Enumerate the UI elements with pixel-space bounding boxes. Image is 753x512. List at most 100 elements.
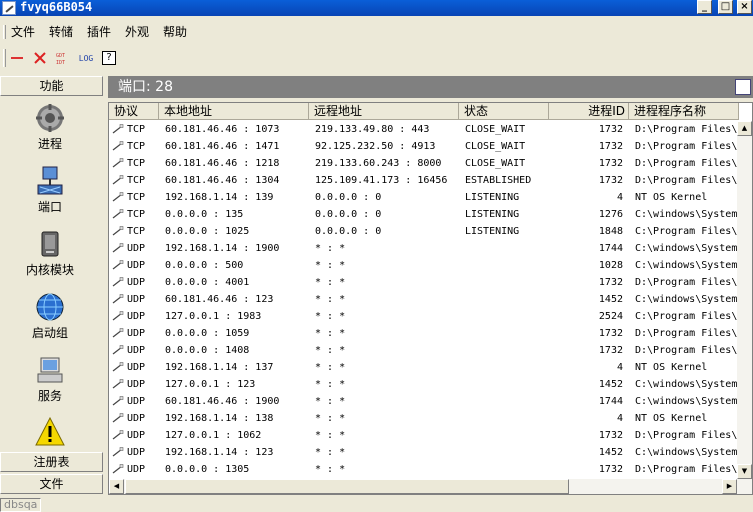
svg-text:GDT: GDT — [56, 53, 65, 59]
cell-protocol: TCP — [127, 158, 146, 169]
table-row[interactable]: TCP 0.0.0.0 : 135 0.0.0.0 : 0 LISTENING 1276… — [109, 206, 739, 223]
cell-pid: 1732 — [598, 464, 623, 475]
table-row[interactable]: UDP 127.0.0.1 : 123 * : * 1452 C:\windows\Sy… — [109, 376, 739, 393]
menu-appearance[interactable]: 外观 — [125, 25, 149, 39]
cell-pid: 1732 — [598, 175, 623, 186]
cell-protocol: TCP — [127, 141, 146, 152]
help-button[interactable]: ? — [99, 48, 119, 68]
close-button[interactable]: × — [737, 0, 752, 14]
cell-local-address: 0.0.0.0 : 1025 — [165, 226, 250, 237]
cell-pid: 1732 — [598, 158, 623, 169]
cell-local-address: 60.181.46.46 : 123 — [165, 294, 274, 305]
minus-button[interactable] — [7, 48, 27, 68]
scroll-up-arrow[interactable]: ▲ — [737, 121, 752, 136]
status-bar: dbsqa — [0, 497, 753, 512]
nav-item-warning[interactable] — [0, 416, 100, 448]
cell-protocol: UDP — [127, 413, 146, 424]
scroll-down-arrow[interactable]: ▼ — [737, 464, 752, 479]
table-row[interactable]: TCP 60.181.46.46 : 1304 125.109.41.173 : 1… — [109, 172, 739, 189]
nav-item-services[interactable]: 服务 — [0, 354, 100, 404]
col-pid[interactable]: 进程ID — [549, 103, 629, 120]
connection-icon — [112, 175, 124, 185]
table-row[interactable]: UDP 192.168.1.14 : 137 * : * 4 NT OS Kernel — [109, 359, 739, 376]
delete-button[interactable] — [30, 48, 50, 68]
table-row[interactable]: TCP 60.181.46.46 : 1218 219.133.60.243 : 8… — [109, 155, 739, 172]
horizontal-scroll-thumb[interactable] — [125, 479, 569, 494]
nav-item-startup[interactable]: 启动组 — [0, 291, 100, 341]
cell-state: LISTENING — [465, 192, 520, 203]
cell-local-address: 192.168.1.14 : 1900 — [165, 243, 280, 254]
log-button[interactable]: LOG — [76, 48, 96, 68]
minus-icon — [11, 57, 23, 59]
connection-icon — [112, 243, 124, 253]
menu-dump[interactable]: 转储 — [49, 25, 73, 39]
gdt-button[interactable]: GDT IDT — [53, 48, 73, 68]
table-row[interactable]: TCP 60.181.46.46 : 1471 92.125.232.50 : 49… — [109, 138, 739, 155]
table-row[interactable]: UDP 0.0.0.0 : 1059 * : * 1732 D:\Program Fil… — [109, 325, 739, 342]
connection-icon — [112, 158, 124, 168]
nav-item-process[interactable]: 进程 — [0, 102, 100, 152]
table-row[interactable]: UDP 0.0.0.0 : 4001 * : * 1732 D:\Program Fil… — [109, 274, 739, 291]
cell-process-name: D:\Program Files\ — [635, 430, 738, 441]
cell-process-name: D:\Program Files\ — [635, 464, 738, 475]
connection-icon — [112, 124, 124, 134]
file-tab[interactable]: 文件 — [0, 474, 103, 494]
table-row[interactable]: UDP 192.168.1.14 : 138 * : * 4 NT OS Kernel — [109, 410, 739, 427]
table-row[interactable]: UDP 0.0.0.0 : 500 * : * 1028 C:\windows\Syst… — [109, 257, 739, 274]
table-row[interactable]: UDP 127.0.0.1 : 1062 * : * 1732 D:\Program F… — [109, 427, 739, 444]
table-row[interactable]: TCP 192.168.1.14 : 139 0.0.0.0 : 0 LISTENIN… — [109, 189, 739, 206]
table-row[interactable]: TCP 0.0.0.0 : 1025 0.0.0.0 : 0 LISTENING 184… — [109, 223, 739, 240]
cell-pid: 4 — [616, 413, 623, 424]
cell-state: ESTABLISHED — [465, 175, 532, 186]
toolbar-grip — [3, 49, 6, 67]
menu-plugins[interactable]: 插件 — [87, 25, 111, 39]
minimize-button[interactable]: _ — [697, 0, 712, 14]
scroll-right-arrow[interactable]: ▶ — [722, 479, 737, 494]
registry-tab[interactable]: 注册表 — [0, 452, 103, 472]
disk-icon — [41, 231, 59, 257]
col-protocol[interactable]: 协议 — [109, 103, 159, 120]
cell-process-name: D:\Program Files\ — [635, 345, 738, 356]
nav-label-kernel-modules: 内核模块 — [25, 263, 74, 277]
nav-label-port: 端口 — [37, 200, 62, 214]
nav-item-port[interactable]: 端口 — [0, 165, 100, 215]
scroll-left-arrow[interactable]: ◀ — [109, 479, 124, 494]
maximize-button[interactable]: □ — [718, 0, 733, 14]
connection-icon — [112, 226, 124, 236]
nav-item-kernel-modules[interactable]: 内核模块 — [0, 228, 100, 278]
table-row[interactable]: UDP 127.0.0.1 : 1983 * : * 2524 C:\Program F… — [109, 308, 739, 325]
col-process-name[interactable]: 进程程序名称 — [629, 103, 739, 120]
connection-icon — [112, 345, 124, 355]
cell-process-name: C:\windows\System — [635, 379, 738, 390]
menu-help[interactable]: 帮助 — [163, 25, 187, 39]
table-row[interactable]: UDP 60.181.46.46 : 123 * : * 1452 C:\windows… — [109, 291, 739, 308]
table-row[interactable]: UDP 0.0.0.0 : 1305 * : * 1732 D:\Program Fil… — [109, 461, 739, 478]
function-header[interactable]: 功能 — [0, 76, 103, 96]
table-row[interactable]: TCP 60.181.46.46 : 1073 219.133.49.80 : 44… — [109, 121, 739, 138]
left-panel: 功能 进程 端口 内核模块 启动组 服务 注册表 文件 — [0, 74, 104, 496]
cell-protocol: UDP — [127, 311, 146, 322]
cell-pid: 4 — [616, 362, 623, 373]
cell-local-address: 60.181.46.46 : 1218 — [165, 158, 280, 169]
port-count-header: 端口: 28 — [108, 76, 753, 98]
status-text: dbsqa — [0, 498, 42, 512]
horizontal-scrollbar[interactable]: ◀ ▶ — [109, 479, 752, 494]
col-state[interactable]: 状态 — [459, 103, 549, 120]
port-panel-icon[interactable] — [735, 79, 751, 95]
table-row[interactable]: UDP 0.0.0.0 : 1408 * : * 1732 D:\Program Fil… — [109, 342, 739, 359]
cell-pid: 1452 — [598, 447, 623, 458]
cell-process-name: C:\windows\System — [635, 209, 738, 220]
menu-file[interactable]: 文件 — [11, 25, 35, 39]
cell-state: CLOSE_WAIT — [465, 158, 526, 169]
cell-remote-address: 219.133.49.80 : 443 — [315, 124, 430, 135]
table-row[interactable]: UDP 192.168.1.14 : 1900 * : * 1744 C:\window… — [109, 240, 739, 257]
nav-label-startup: 启动组 — [31, 326, 68, 340]
col-local-address[interactable]: 本地地址 — [159, 103, 309, 120]
cell-process-name: C:\windows\System — [635, 243, 738, 254]
table-row[interactable]: UDP 192.168.1.14 : 123 * : * 1452 C:\windows… — [109, 444, 739, 461]
cell-remote-address: * : * — [315, 260, 346, 271]
cell-pid: 1732 — [598, 141, 623, 152]
col-remote-address[interactable]: 远程地址 — [309, 103, 459, 120]
table-row[interactable]: UDP 60.181.46.46 : 1900 * : * 1744 C:\window… — [109, 393, 739, 410]
vertical-scrollbar[interactable]: ▲ ▼ — [737, 121, 752, 479]
